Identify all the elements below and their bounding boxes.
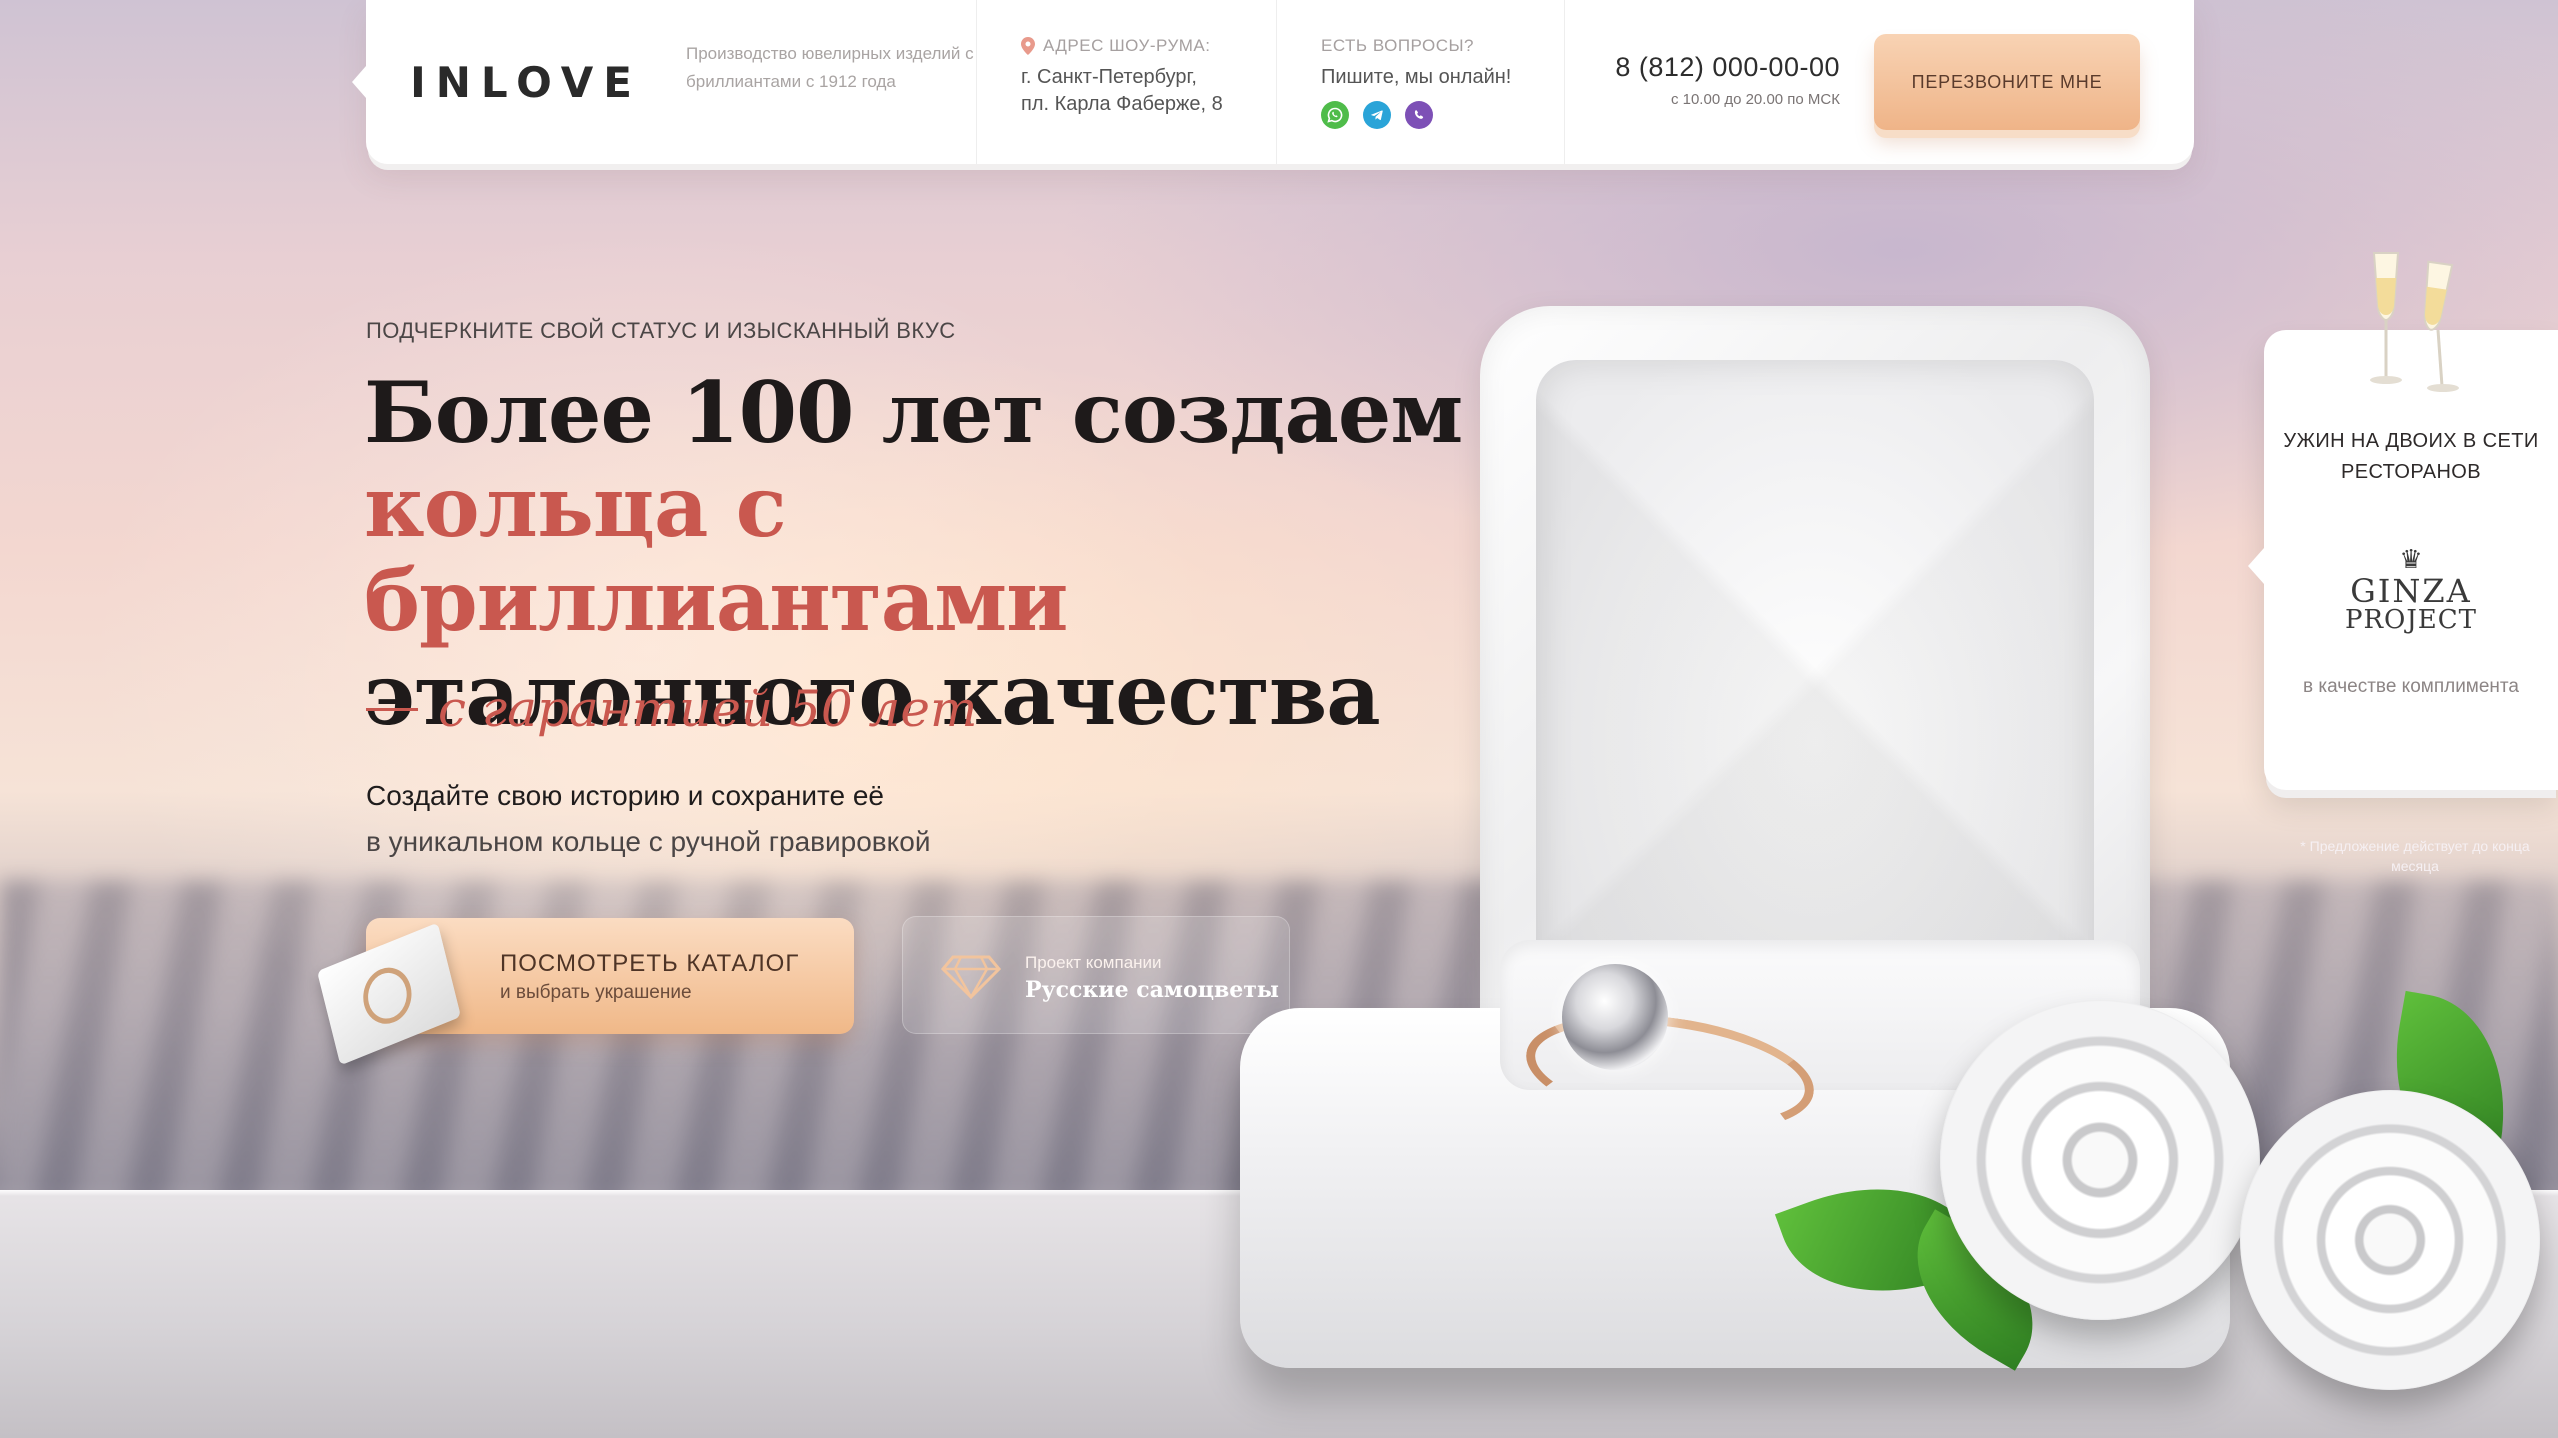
project-label: Проект компании — [1025, 953, 1162, 972]
gem-icon — [941, 955, 1001, 999]
catalog-button-subtitle: и выбрать украшение — [500, 982, 692, 1003]
telegram-icon[interactable] — [1363, 101, 1391, 129]
guarantee-text: с гарантией 50 лет — [438, 680, 978, 738]
story-line-1: Создайте свою историю и сохраните её — [366, 780, 884, 811]
inlove-logo[interactable]: INLOVE — [366, 0, 686, 164]
company-tagline: Производство ювелирных изделий с бриллиа… — [686, 44, 974, 91]
phone-block: 8 (812) 000-00-00 с 10.00 до 20.00 по МС… — [1564, 0, 1874, 164]
callback-wrap: ПЕРЕЗВОНИТЕ МНЕ — [1874, 0, 2140, 164]
ginza-project-logo: ♛ GINZA PROJECT — [2264, 544, 2558, 664]
diamond-stone — [1562, 964, 1668, 1070]
questions-text: Пишите, мы онлайн! — [1321, 66, 1512, 88]
messenger-links — [1321, 101, 1564, 129]
restaurant-promo-card[interactable]: УЖИН НА ДВОИХ В СЕТИ РЕСТОРАНОВ ♛ GINZA … — [2248, 252, 2558, 790]
ginza-logo-line-1: GINZA — [2350, 572, 2472, 610]
address-label: АДРЕС ШОУ-РУМА: — [1021, 36, 1276, 56]
viber-icon[interactable] — [1405, 101, 1433, 129]
location-pin-icon — [1021, 37, 1035, 55]
promo-bonus: в качестве комплимента — [2303, 676, 2519, 697]
story-line-2: в уникальном кольце с ручной гравировкой — [366, 826, 931, 857]
ring-box-lid-lining — [1536, 360, 2094, 996]
white-rose — [1940, 1000, 2260, 1320]
hero-subtitle: ПОДЧЕРКНИТЕ СВОЙ СТАТУС И ИЗЫСКАННЫЙ ВКУ… — [366, 318, 956, 343]
address-value: г. Санкт-Петербург, пл. Карла Фаберже, 8 — [1021, 66, 1223, 115]
whatsapp-icon[interactable] — [1321, 101, 1349, 129]
logo-text: INLOVE — [410, 57, 642, 107]
ring-box-image — [1240, 300, 2540, 1410]
callback-button[interactable]: ПЕРЕЗВОНИТЕ МНЕ — [1874, 34, 2140, 130]
view-catalog-button[interactable]: ПОСМОТРЕТЬ КАТАЛОГ и выбрать украшение — [317, 918, 854, 1066]
promo-disclaimer: * Предложение действует до конца месяца — [2300, 838, 2530, 874]
phone-number[interactable]: 8 (812) 000-00-00 — [1609, 52, 1840, 83]
working-hours: с 10.00 до 20.00 по МСК — [1670, 91, 1840, 108]
promo-notch — [2248, 548, 2264, 584]
showroom-address: АДРЕС ШОУ-РУМА: г. Санкт-Петербург, пл. … — [976, 0, 1276, 164]
russian-gems-project-link[interactable]: Проект компании Русские самоцветы — [902, 916, 1290, 1034]
crown-icon: ♛ — [2399, 544, 2423, 574]
white-rose — [2240, 1090, 2540, 1390]
ginza-logo-line-2: PROJECT — [2344, 605, 2478, 635]
promo-title: УЖИН НА ДВОИХ В СЕТИ РЕСТОРАНОВ — [2283, 430, 2539, 483]
contact-questions: ЕСТЬ ВОПРОСЫ? Пишите, мы онлайн! — [1276, 0, 1564, 164]
header-notch — [352, 66, 366, 98]
guarantee-dash — [366, 707, 418, 711]
catalog-button-title: ПОСМОТРЕТЬ КАТАЛОГ — [500, 950, 800, 977]
champagne-glasses-icon — [2370, 252, 2459, 392]
site-header: INLOVE Производство ювелирных изделий с … — [352, 0, 2194, 164]
questions-label: ЕСТЬ ВОПРОСЫ? — [1321, 36, 1475, 55]
guarantee-script: с гарантией 50 лет — [366, 680, 977, 738]
